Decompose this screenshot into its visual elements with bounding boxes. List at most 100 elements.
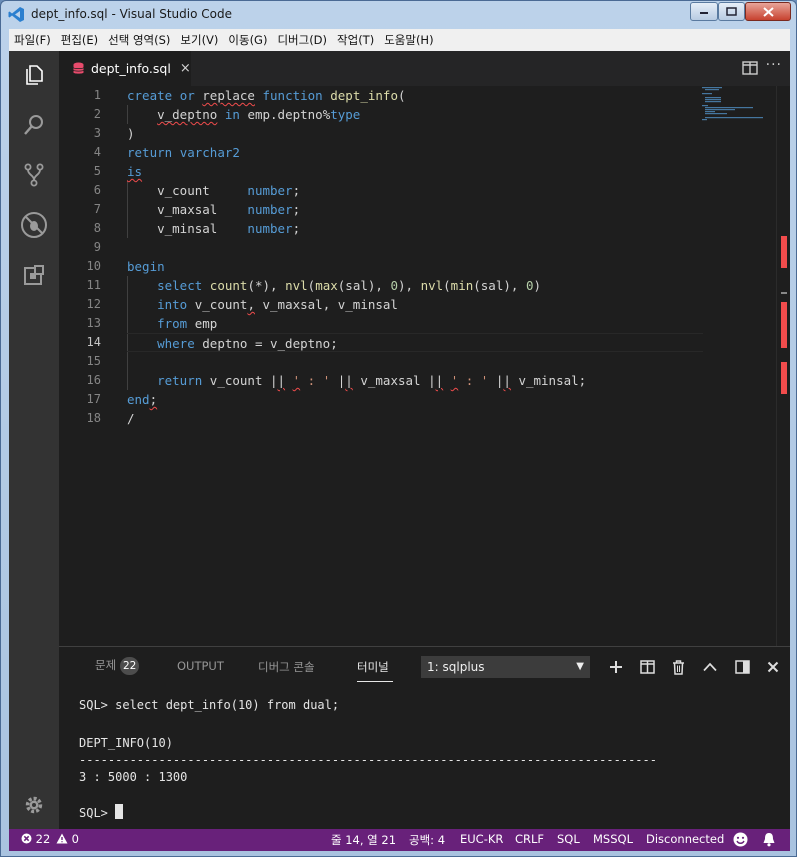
indentation-status[interactable]: 공백: 4: [409, 832, 445, 848]
extensions-icon: [24, 265, 44, 285]
terminal-line: SQL> select dept_info(10) from dual;: [79, 698, 340, 712]
tab-terminal[interactable]: 터미널: [357, 659, 389, 675]
menu-file[interactable]: 파일(F): [9, 32, 56, 48]
line-number: 6: [93, 183, 101, 197]
extensions-button[interactable]: [9, 251, 59, 299]
encoding-status[interactable]: EUC-KR: [460, 832, 503, 846]
terminal-prompt-line: SQL>: [79, 804, 779, 821]
explorer-button[interactable]: [9, 51, 59, 99]
error-count: 22: [35, 832, 51, 846]
terminal-line: DEPT_INFO(10): [79, 736, 173, 750]
status-bar: 22 0 줄 14, 열 21 공백: 4 EUC-KR CRLF SQL MS…: [9, 829, 790, 851]
split-editor-icon[interactable]: [742, 60, 758, 76]
debug-icon: [21, 212, 47, 238]
line-number: 16: [86, 373, 101, 387]
kill-terminal-button[interactable]: [670, 659, 686, 675]
tab-problems-label: 문제: [95, 658, 117, 672]
editor-tab-bar: dept_info.sql × ···: [59, 51, 790, 86]
line-number: 8: [93, 221, 101, 235]
terminal-output[interactable]: SQL> select dept_info(10) from dual; DEP…: [79, 697, 779, 821]
new-terminal-button[interactable]: [608, 659, 624, 675]
eol-status[interactable]: CRLF: [515, 832, 544, 846]
maximize-panel-button[interactable]: [702, 659, 718, 675]
bottom-panel: 문제 22 OUTPUT 디버그 콘솔 터미널 1: sqlplus ▼ SQL…: [59, 646, 790, 829]
line-number: 11: [86, 278, 101, 292]
code-line: return v_count || ' : ' || v_maxsal || '…: [157, 373, 587, 388]
line-number: 12: [86, 297, 101, 311]
dropdown-arrow-icon: ▼: [576, 661, 584, 672]
code-line: v_minsal number;: [127, 221, 301, 236]
language-mode[interactable]: SQL: [557, 832, 580, 846]
code-line: from emp: [157, 316, 218, 331]
sql-dialect[interactable]: MSSQL: [593, 832, 633, 846]
line-number: 1: [93, 88, 101, 102]
git-branch-icon: [24, 163, 44, 187]
maximize-button[interactable]: [718, 2, 745, 21]
menu-debug[interactable]: 디버그(D): [272, 32, 332, 48]
menu-tasks[interactable]: 작업(T): [332, 32, 379, 48]
code-editor[interactable]: 1 2 3 4 5 6 7 8 9 10 11 12 13 14 15 16 1…: [59, 86, 790, 646]
error-marker: [781, 236, 787, 268]
code-line: begin: [127, 259, 165, 274]
minimap[interactable]: [702, 86, 772, 646]
close-icon: [762, 6, 774, 17]
minimize-button[interactable]: [690, 2, 718, 21]
menu-bar: 파일(F) 편집(E) 선택 영역(S) 보기(V) 이동(G) 디버그(D) …: [9, 29, 790, 51]
search-button[interactable]: [9, 101, 59, 149]
menu-edit[interactable]: 편집(E): [56, 32, 103, 48]
manage-button[interactable]: [9, 781, 59, 829]
more-actions-icon[interactable]: ···: [766, 57, 782, 73]
tab-close-button[interactable]: ×: [180, 61, 191, 76]
plus-icon: [610, 661, 622, 673]
editor-scrollbar[interactable]: [776, 86, 790, 646]
line-number: 5: [93, 164, 101, 178]
toggle-panel-position-button[interactable]: [734, 659, 750, 675]
line-number: 18: [86, 411, 101, 425]
warning-icon: [56, 833, 68, 844]
terminal-select[interactable]: 1: sqlplus ▼: [421, 656, 590, 678]
cursor-position[interactable]: 줄 14, 열 21: [331, 832, 396, 848]
terminal-line: ----------------------------------------…: [79, 753, 657, 767]
code-line: create or replace function dept_info(: [127, 88, 406, 103]
terminal-prompt: SQL>: [79, 806, 116, 820]
feedback-button[interactable]: [733, 832, 748, 850]
tab-output[interactable]: OUTPUT: [177, 659, 224, 673]
line-number: 7: [93, 202, 101, 216]
title-bar: dept_info.sql - Visual Studio Code: [1, 1, 796, 29]
tab-problems[interactable]: 문제 22: [95, 657, 140, 675]
menu-selection[interactable]: 선택 영역(S): [103, 32, 175, 48]
error-marker: [781, 302, 787, 348]
split-icon: [639, 660, 655, 674]
close-icon: [767, 661, 779, 673]
menu-help[interactable]: 도움말(H): [379, 32, 438, 48]
code-line: v_maxsal number;: [127, 202, 301, 217]
menu-view[interactable]: 보기(V): [175, 32, 223, 48]
line-number: 2: [93, 107, 101, 121]
connection-status[interactable]: Disconnected: [646, 832, 724, 846]
code-line: end;: [127, 392, 158, 407]
problems-status[interactable]: 22 0: [21, 832, 79, 846]
split-terminal-button[interactable]: [639, 659, 655, 675]
code-line: ): [127, 126, 135, 141]
warning-count: 0: [71, 832, 79, 846]
tab-dept-info-sql[interactable]: dept_info.sql ×: [59, 51, 191, 86]
notifications-button[interactable]: [762, 832, 776, 850]
code-line: v_deptno in emp.deptno%type: [157, 107, 361, 122]
terminal-select-value: 1: sqlplus: [427, 660, 485, 674]
debug-button[interactable]: [9, 201, 59, 249]
tab-debug-console[interactable]: 디버그 콘솔: [258, 659, 315, 675]
activity-bar: [9, 51, 59, 829]
terminal-cursor: [115, 804, 124, 819]
close-panel-button[interactable]: [765, 659, 781, 675]
menu-go[interactable]: 이동(G): [223, 32, 272, 48]
close-window-button[interactable]: [745, 2, 791, 21]
code-line: select count(*), nvl(max(sal), 0), nvl(m…: [157, 278, 541, 293]
vscode-logo-icon: [8, 7, 24, 22]
panel-tab-bar: 문제 22 OUTPUT 디버그 콘솔 터미널 1: sqlplus ▼: [59, 647, 790, 687]
code-lines: create or replace function dept_info( v_…: [127, 86, 703, 428]
vscode-client: dept_info.sql × ··· 1 2 3 4 5 6 7 8 9 10: [9, 51, 790, 851]
source-control-button[interactable]: [9, 151, 59, 199]
